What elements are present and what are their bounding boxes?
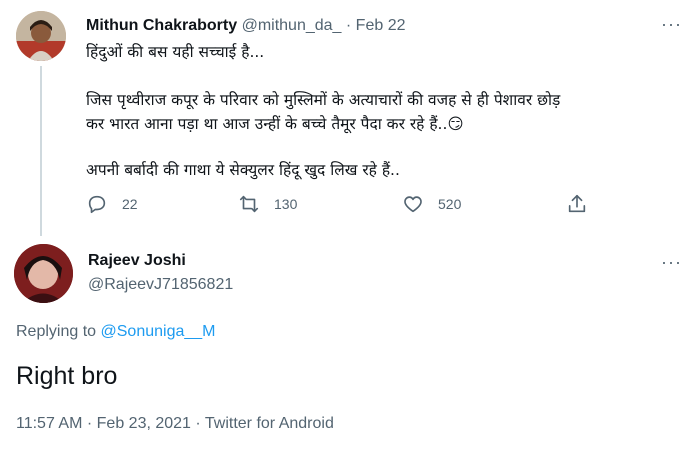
- tweet-text-line-2: जिस पृथ्वीराज कपूर के परिवार को मुस्लिमो…: [86, 91, 561, 109]
- replying-to-mention[interactable]: @Sonuniga__M: [101, 323, 216, 340]
- like-button[interactable]: 520: [402, 193, 461, 215]
- reply-author-handle[interactable]: @RajeevJ71856821: [88, 276, 233, 294]
- retweet-count: 130: [274, 196, 298, 212]
- reply-tweet-text: Right bro: [16, 362, 118, 390]
- tweet-date[interactable]: Feb 22: [356, 17, 406, 34]
- reply-count: 22: [122, 196, 138, 212]
- tweet-meta: 11:57 AM · Feb 23, 2021 · Twitter for An…: [16, 415, 334, 433]
- reply-icon: [88, 195, 106, 214]
- parent-tweet[interactable]: Mithun Chakraborty @mithun_da_ · Feb 22 …: [0, 0, 700, 236]
- meta-separator-2: ·: [195, 415, 201, 432]
- tweet-text-line-4: अपनी बर्बादी की गाथा ये सेक्युलर हिंदू ख…: [86, 161, 400, 179]
- replying-prefix: Replying to: [16, 323, 97, 340]
- avatar-rajeev[interactable]: [14, 244, 73, 303]
- tweet-time[interactable]: 11:57 AM: [16, 415, 82, 432]
- reply-more-options-icon[interactable]: ···: [661, 252, 682, 273]
- author-handle[interactable]: @mithun_da_: [242, 17, 342, 34]
- tweet-source[interactable]: Twitter for Android: [205, 415, 334, 432]
- retweet-icon: [239, 195, 259, 213]
- reply-author-name[interactable]: Rajeev Joshi: [88, 252, 186, 270]
- like-count: 520: [438, 196, 462, 212]
- retweet-button[interactable]: 130: [238, 193, 297, 215]
- author-name[interactable]: Mithun Chakraborty: [86, 17, 237, 34]
- parent-header: Mithun Chakraborty @mithun_da_ · Feb 22: [86, 17, 405, 35]
- like-icon: [404, 196, 422, 213]
- thread-line: [40, 66, 42, 236]
- replying-to: Replying to @Sonuniga__M: [16, 323, 215, 341]
- tweet-text-line-3: कर भारत आना पड़ा था आज उन्हीं के बच्चे त…: [86, 115, 464, 133]
- separator: ·: [345, 17, 352, 34]
- share-button[interactable]: [566, 193, 588, 215]
- meta-separator-1: ·: [86, 415, 93, 432]
- share-icon: [568, 194, 586, 213]
- tweet-text-line-1: हिंदुओं की बस यही सच्चाई है...: [86, 43, 265, 61]
- tweet-full-date[interactable]: Feb 23, 2021: [97, 415, 191, 432]
- more-options-icon[interactable]: ···: [661, 14, 682, 35]
- reply-button[interactable]: 22: [86, 193, 138, 215]
- avatar-mithun[interactable]: [16, 11, 66, 61]
